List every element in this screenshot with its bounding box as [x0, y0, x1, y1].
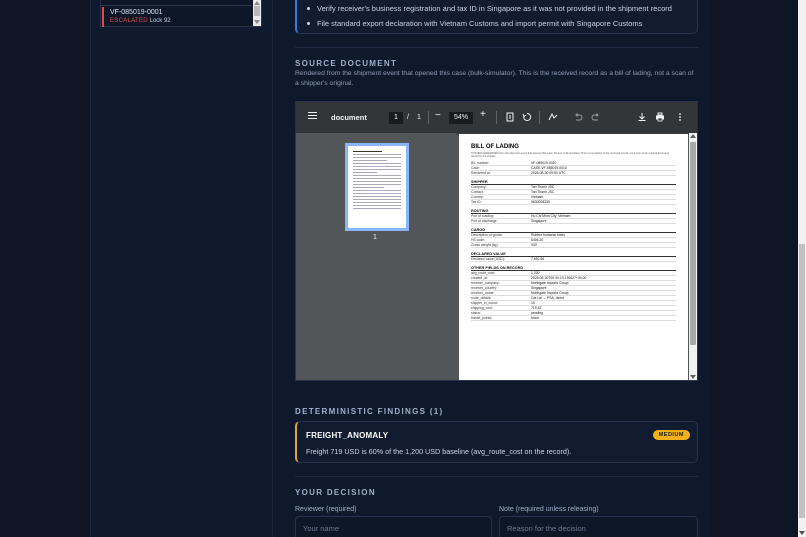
source-document-heading: SOURCE DOCUMENT	[295, 59, 398, 68]
case-detail-main: Verify receiver's business registration …	[273, 0, 709, 537]
pdf-page: BILL OF LADING SYSTEM-GENERATED from the…	[459, 134, 688, 380]
rotate-icon[interactable]	[522, 112, 532, 122]
scroll-thumb[interactable]	[690, 142, 696, 345]
thumbnail-page-number: 1	[373, 234, 377, 241]
scroll-thumb[interactable]	[799, 244, 805, 518]
bol-field-row: Gross weight (kg): 343	[471, 243, 676, 249]
reviewer-label: Reviewer (required)	[295, 506, 357, 513]
case-id: VF-085019-0001	[110, 9, 163, 16]
pdf-scrollbar[interactable]	[689, 133, 697, 380]
bol-field-key: Gross weight (kg):	[471, 243, 499, 248]
pdf-document-title: document	[331, 113, 367, 122]
case-status-badge: ESCALATED	[110, 18, 148, 24]
bol-field-key: Port of discharge:	[471, 219, 498, 224]
bol-field-row: Tax ID: 0630008335	[471, 200, 676, 206]
severity-badge: MEDIUM	[652, 430, 690, 440]
scroll-down-arrow-icon[interactable]	[254, 20, 260, 24]
thumbnail-preview	[353, 151, 401, 211]
note-input[interactable]	[500, 517, 697, 537]
toolbar-divider	[428, 111, 429, 124]
fit-page-icon[interactable]	[505, 112, 515, 122]
right-gutter	[709, 0, 798, 537]
annotate-icon[interactable]	[548, 112, 558, 122]
bol-title: BILL OF LADING	[471, 144, 519, 150]
finding-description: Freight 719 USD is 60% of the 1,200 USD …	[306, 447, 572, 456]
findings-heading: DETERMINISTIC FINDINGS (1)	[295, 407, 444, 416]
checklist-item: File standard export declaration with Vi…	[306, 19, 643, 28]
case-status-line: ESCALATED Lock 92	[110, 17, 253, 25]
case-list[interactable]: VF-085019-0001 ESCALATED Lock 92	[100, 0, 262, 27]
pdf-body: 1 BILL OF LADING SYSTEM-GENERATED from t…	[296, 133, 697, 380]
bol-field-row: Port of discharge: Singapore	[471, 219, 676, 225]
download-icon[interactable]	[637, 112, 647, 122]
menu-icon[interactable]	[308, 112, 317, 121]
scroll-up-arrow-icon[interactable]	[254, 1, 260, 5]
bol-field-value: None	[531, 316, 540, 321]
bol-sections: SHIPPER Company: Tan Thanh JSC Contact: Tan …	[471, 179, 676, 322]
bol-field-key: Tax ID:	[471, 200, 482, 205]
reviewer-field	[295, 516, 492, 537]
pdf-viewer[interactable]: document 1 / 1 − 54% + 1 BILL OF LADING …	[295, 101, 698, 381]
reviewer-input[interactable]	[296, 517, 491, 537]
thumbnail-pane: 1	[296, 133, 456, 380]
case-list-item[interactable]: VF-085019-0001 ESCALATED Lock 92	[102, 7, 253, 27]
bol-note: SYSTEM-GENERATED from the shipment event…	[471, 152, 670, 159]
more-options-icon[interactable]	[675, 112, 685, 122]
bol-field-value: 2026-08-30 09:50 UTC	[531, 171, 566, 176]
section-divider	[295, 47, 698, 48]
finding-code: FREIGHT_ANOMALY	[306, 431, 389, 440]
source-document-description: Rendered from the shipment event that op…	[295, 70, 694, 87]
bol-field-value: 7,692.56	[531, 257, 545, 262]
bol-field-key: Rendered at:	[471, 171, 491, 176]
print-icon[interactable]	[655, 112, 665, 122]
toolbar-divider	[539, 111, 540, 124]
case-list-scrollbar[interactable]	[253, 0, 261, 26]
checklist-item: Verify receiver's business registration …	[307, 4, 672, 13]
bol-field-key: transit_points:	[471, 316, 493, 321]
page-total: 1	[417, 114, 421, 121]
zoom-level-input[interactable]: 54%	[449, 112, 473, 124]
bol-field-row: transit_points: None	[471, 316, 676, 322]
page-scrollbar[interactable]	[798, 0, 806, 537]
case-lock-text: Lock 92	[149, 18, 171, 24]
pdf-toolbar: document 1 / 1 − 54% +	[296, 102, 697, 133]
page-number-input[interactable]: 1	[389, 112, 403, 124]
section-divider	[295, 476, 698, 477]
bol-field-row: Declared value (USD): 7,692.56	[471, 257, 676, 263]
toolbar-divider	[496, 111, 497, 124]
case-list-divider	[101, 5, 251, 6]
zoom-out-icon[interactable]: −	[435, 111, 441, 121]
finding-card: FREIGHT_ANOMALY MEDIUM Freight 719 USD i…	[295, 421, 698, 463]
bol-field-key: Declared value (USD):	[471, 257, 505, 262]
note-field	[499, 516, 698, 537]
decision-heading: YOUR DECISION	[295, 488, 376, 497]
bol-field-value: 0630008335	[531, 200, 550, 205]
bol-field-value: 343	[531, 243, 537, 248]
scroll-up-arrow-icon[interactable]	[690, 134, 696, 138]
bol-header-fields: B/L number: VF-085019-0010 Case: CASE-VF-08…	[471, 161, 676, 177]
scroll-thumb[interactable]	[254, 6, 260, 16]
checklist-card: Verify receiver's business registration …	[295, 0, 698, 34]
undo-icon[interactable]	[573, 112, 583, 122]
page-separator: /	[407, 114, 409, 121]
bol-field-value: Singapore	[531, 219, 547, 224]
scroll-down-arrow-icon[interactable]	[690, 375, 696, 379]
zoom-in-icon[interactable]: +	[480, 110, 486, 120]
scroll-down-arrow-icon[interactable]	[799, 531, 805, 535]
bol-field-row: Rendered at: 2026-08-30 09:50 UTC	[471, 171, 676, 177]
left-gutter	[0, 0, 90, 537]
note-label: Note (required unless releasing)	[499, 506, 599, 513]
case-list-panel	[90, 0, 273, 537]
redo-icon[interactable]	[591, 112, 601, 122]
page-thumbnail[interactable]	[345, 143, 409, 231]
